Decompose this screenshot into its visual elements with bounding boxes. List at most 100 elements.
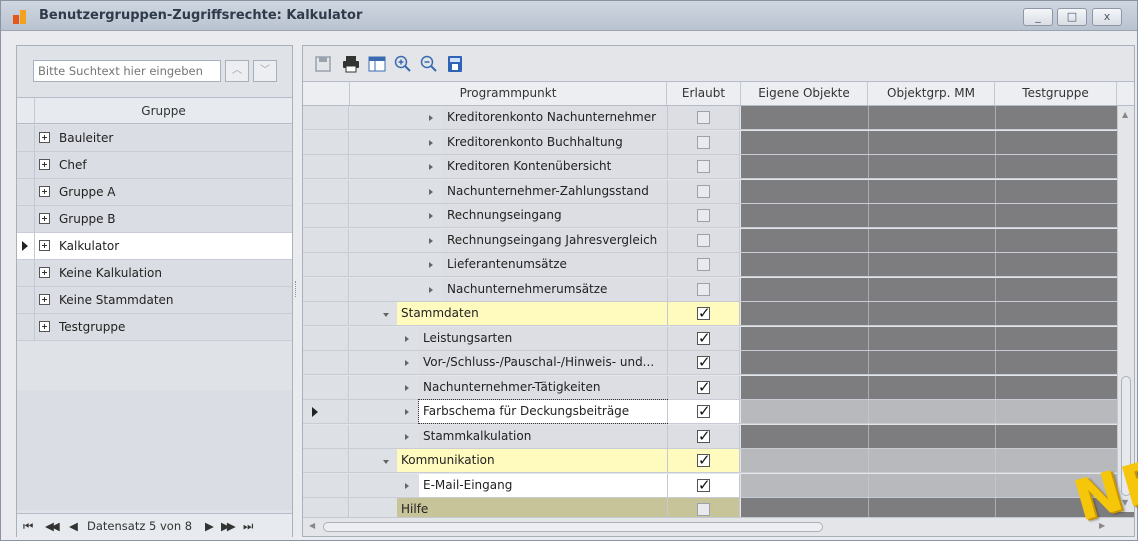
table-row[interactable]: Nachunternehmerumsätze: [303, 277, 1134, 302]
expand-arrow-icon[interactable]: [405, 433, 409, 440]
search-input[interactable]: [33, 60, 221, 82]
permission-cells[interactable]: [741, 155, 1134, 178]
expand-icon[interactable]: [39, 294, 50, 305]
horizontal-scrollbar[interactable]: ◀ ▶: [303, 517, 1134, 536]
erlaubt-checkbox[interactable]: [697, 282, 710, 296]
maximize-button[interactable]: □: [1057, 8, 1087, 26]
column-header-erlaubt[interactable]: Erlaubt: [667, 82, 741, 105]
scroll-up-icon[interactable]: ▲: [1122, 110, 1128, 119]
erlaubt-checkbox[interactable]: [697, 184, 710, 198]
column-header-programmpunkt[interactable]: Programmpunkt: [350, 82, 667, 105]
scroll-left-icon[interactable]: ◀: [309, 521, 315, 530]
column-header-objektgrp-mm[interactable]: Objektgrp. MM: [868, 82, 995, 105]
table-row[interactable]: Kreditoren Kontenübersicht: [303, 155, 1134, 179]
group-row[interactable]: Testgruppe: [17, 314, 292, 341]
erlaubt-checkbox[interactable]: [697, 160, 710, 173]
table-row[interactable]: Kreditorenkonto Nachunternehmer: [303, 106, 1134, 130]
group-row[interactable]: Keine Kalkulation: [17, 260, 292, 287]
permission-cells[interactable]: [741, 400, 1134, 423]
expand-arrow-icon[interactable]: [405, 482, 409, 489]
expand-arrow-icon[interactable]: [429, 188, 433, 195]
calculator-icon[interactable]: [445, 54, 465, 74]
permission-cells[interactable]: [741, 130, 1134, 154]
save-icon[interactable]: [313, 54, 333, 74]
expand-arrow-icon[interactable]: [429, 139, 433, 146]
group-row[interactable]: Chef: [17, 152, 292, 179]
erlaubt-checkbox[interactable]: [697, 233, 710, 247]
erlaubt-checkbox[interactable]: [697, 503, 710, 516]
expand-icon[interactable]: [39, 240, 50, 251]
table-row[interactable]: Nachunternehmer-Tätigkeiten: [303, 375, 1134, 400]
permission-cells[interactable]: [741, 351, 1134, 374]
vertical-scrollbar[interactable]: ▲ ▼: [1117, 106, 1134, 512]
erlaubt-checkbox[interactable]: [697, 111, 710, 124]
expand-arrow-icon[interactable]: [429, 237, 433, 244]
panel-splitter[interactable]: [295, 281, 298, 297]
first-record-icon[interactable]: ⏮: [23, 519, 33, 534]
expand-icon[interactable]: [39, 186, 50, 197]
zoom-out-icon[interactable]: [419, 54, 439, 74]
column-chooser-icon[interactable]: [367, 54, 387, 74]
table-row[interactable]: Rechnungseingang Jahresvergleich: [303, 228, 1134, 253]
print-icon[interactable]: [341, 54, 361, 74]
group-column-header[interactable]: Gruppe: [35, 104, 292, 118]
erlaubt-checkbox[interactable]: [697, 353, 711, 371]
search-down-button[interactable]: ﹀: [253, 60, 277, 82]
group-row[interactable]: Bauleiter: [17, 125, 292, 152]
erlaubt-checkbox[interactable]: [697, 209, 710, 222]
erlaubt-checkbox[interactable]: [697, 378, 711, 396]
title-bar[interactable]: Benutzergruppen-Zugriffsrechte: Kalkulat…: [1, 1, 1137, 31]
collapse-arrow-icon[interactable]: [383, 313, 389, 317]
group-row[interactable]: Gruppe B: [17, 206, 292, 233]
table-row[interactable]: Leistungsarten: [303, 326, 1134, 351]
minimize-button[interactable]: _: [1023, 8, 1053, 26]
erlaubt-checkbox[interactable]: [697, 304, 711, 322]
table-row[interactable]: Lieferantenumsätze: [303, 253, 1134, 277]
expand-icon[interactable]: [39, 321, 50, 332]
erlaubt-checkbox[interactable]: [697, 451, 711, 469]
expand-arrow-icon[interactable]: [429, 164, 433, 170]
table-row[interactable]: Rechnungseingang: [303, 204, 1134, 228]
permission-cells[interactable]: [741, 277, 1134, 301]
table-row[interactable]: Nachunternehmer-Zahlungsstand: [303, 179, 1134, 204]
permission-cells[interactable]: [741, 179, 1134, 203]
next-record-icon[interactable]: ▶: [205, 519, 214, 533]
permission-cells[interactable]: [741, 326, 1134, 350]
table-row[interactable]: Farbschema für Deckungsbeiträge: [303, 399, 1134, 424]
table-row[interactable]: Stammkalkulation: [303, 424, 1134, 449]
last-record-icon[interactable]: ⏭: [243, 519, 253, 534]
permission-cells[interactable]: [741, 424, 1134, 448]
horizontal-scroll-thumb[interactable]: [323, 522, 823, 532]
expand-arrow-icon[interactable]: [429, 286, 433, 293]
permission-cells[interactable]: [741, 253, 1134, 276]
expand-arrow-icon[interactable]: [405, 335, 409, 342]
group-row[interactable]: Keine Stammdaten: [17, 287, 292, 314]
expand-arrow-icon[interactable]: [429, 262, 433, 268]
expand-icon[interactable]: [39, 267, 50, 278]
expand-arrow-icon[interactable]: [405, 409, 409, 415]
expand-arrow-icon[interactable]: [429, 213, 433, 219]
permission-cells[interactable]: [741, 375, 1134, 399]
expand-arrow-icon[interactable]: [405, 384, 409, 391]
erlaubt-checkbox[interactable]: [697, 329, 711, 347]
permission-cells[interactable]: [741, 204, 1134, 227]
column-header-eigene-objekte[interactable]: Eigene Objekte: [741, 82, 868, 105]
erlaubt-checkbox[interactable]: [697, 402, 711, 420]
expand-icon[interactable]: [39, 213, 50, 224]
erlaubt-checkbox[interactable]: [697, 135, 710, 149]
table-row[interactable]: Vor-/Schluss-/Pauschal-/Hinweis- und...: [303, 351, 1134, 375]
close-button[interactable]: x: [1092, 8, 1122, 26]
column-header-testgruppe[interactable]: Testgruppe: [995, 82, 1117, 105]
permission-cells[interactable]: [741, 302, 1134, 325]
erlaubt-checkbox[interactable]: [697, 258, 710, 271]
zoom-in-icon[interactable]: [393, 54, 413, 74]
prev-page-icon[interactable]: ◀◀: [45, 519, 60, 533]
table-row[interactable]: Kreditorenkonto Buchhaltung: [303, 130, 1134, 155]
expand-icon[interactable]: [39, 159, 50, 170]
expand-icon[interactable]: [39, 132, 50, 143]
search-up-button[interactable]: ︿: [225, 60, 249, 82]
table-row[interactable]: Stammdaten: [303, 302, 1134, 326]
table-row[interactable]: Kommunikation: [303, 449, 1134, 473]
erlaubt-checkbox[interactable]: [697, 427, 711, 445]
erlaubt-checkbox[interactable]: [697, 476, 711, 494]
